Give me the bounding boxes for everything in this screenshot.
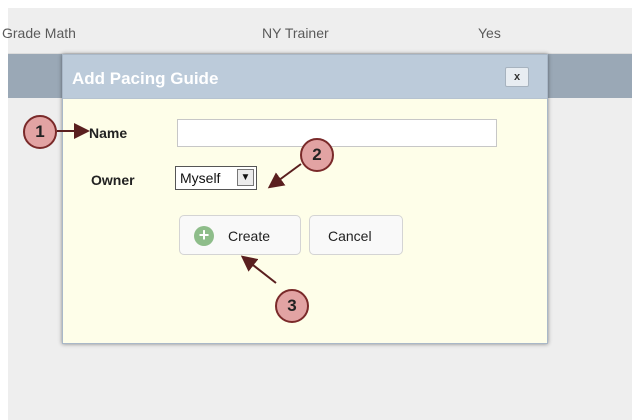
owner-label: Owner: [91, 172, 135, 188]
callout-2: 2: [300, 138, 334, 172]
callout-3: 3: [275, 289, 309, 323]
callout-1: 1: [23, 115, 57, 149]
name-label: Name: [89, 125, 128, 141]
table-row: Grade Math NY Trainer Yes: [2, 8, 632, 54]
cancel-button-label: Cancel: [328, 228, 372, 244]
owner-selected-value: Myself: [180, 170, 221, 186]
name-input[interactable]: [177, 119, 497, 147]
dialog-title: Add Pacing Guide: [72, 69, 219, 88]
close-icon: x: [513, 71, 521, 83]
create-button[interactable]: + Create: [179, 215, 301, 255]
plus-circle-icon: +: [194, 226, 214, 246]
create-button-label: Create: [228, 228, 271, 244]
table-cell-yes: Yes: [478, 25, 501, 41]
owner-select[interactable]: Myself ▼: [175, 166, 257, 190]
dialog-titlebar[interactable]: Add Pacing Guide x: [63, 55, 547, 99]
cancel-button[interactable]: Cancel: [309, 215, 403, 255]
chevron-down-icon[interactable]: ▼: [237, 169, 254, 186]
table-cell-course: Grade Math: [2, 25, 76, 41]
close-button[interactable]: x: [505, 67, 529, 87]
table-cell-trainer: NY Trainer: [262, 25, 329, 41]
